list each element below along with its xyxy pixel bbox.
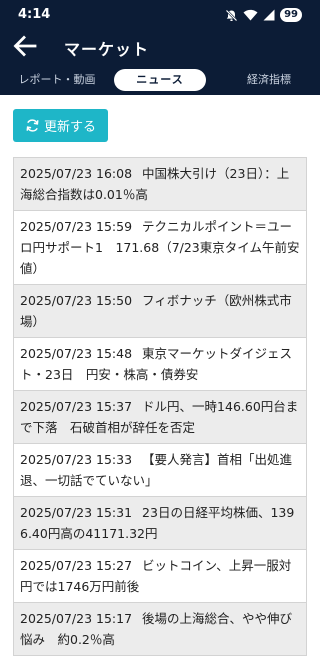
app-header: 4:14 99 マーケット レポート・動画 ニュース 経済指標 [0,0,320,95]
news-date: 2025/07/23 15:31 [20,505,133,520]
news-item[interactable]: 2025/07/23 15:17 後場の上海総合、やや伸び悩み 約0.2％高 [13,603,307,656]
news-date: 2025/07/23 15:33 [20,452,133,467]
status-time: 4:14 [18,7,51,22]
news-list: 2025/07/23 16:08 中国株大引け（23日）：上海総合指数は0.01％… [13,157,307,656]
wifi-icon [243,9,258,21]
tab-reports-videos[interactable]: レポート・動画 [6,69,108,91]
tab-news[interactable]: ニュース [114,69,206,91]
news-item[interactable]: 2025/07/23 15:50 フィボナッチ（欧州株式市場） [13,285,307,338]
news-item[interactable]: 2025/07/23 15:37 ドル円、一時146.60円台まで下落 石破首相が… [13,391,307,444]
signal-icon [263,9,275,21]
news-date: 2025/07/23 15:48 [20,346,133,361]
mute-icon [225,9,238,21]
news-date: 2025/07/23 15:59 [20,219,133,234]
refresh-label: 更新する [43,120,96,135]
status-bar: 4:14 99 [0,0,320,30]
news-date: 2025/07/23 15:50 [20,293,133,308]
news-item[interactable]: 2025/07/23 15:59 テクニカルポイント＝ユーロ円サポート1 171.… [13,211,307,285]
news-item[interactable]: 2025/07/23 15:33 【要人発言】首相「出処進退、一切話でていない」 [13,444,307,497]
page-title: マーケット [64,40,150,59]
refresh-button[interactable]: 更新する [13,109,108,142]
battery-badge: 99 [280,8,302,22]
news-date: 2025/07/23 15:37 [20,399,133,414]
back-arrow-icon[interactable] [12,34,38,58]
tab-economic-indicators[interactable]: 経済指標 [226,69,312,91]
news-date: 2025/07/23 15:17 [20,611,133,626]
status-icons: 99 [225,7,302,23]
news-item[interactable]: 2025/07/23 15:31 23日の日経平均株価、1396.40円高の411… [13,497,307,550]
news-item[interactable]: 2025/07/23 15:48 東京マーケットダイジェスト・23日 円安・株高・… [13,338,307,391]
refresh-icon [26,119,39,132]
news-date: 2025/07/23 15:27 [20,558,133,573]
news-item[interactable]: 2025/07/23 15:27 ビットコイン、上昇一服対円では1746万円前後 [13,550,307,603]
news-item[interactable]: 2025/07/23 16:08 中国株大引け（23日）：上海総合指数は0.01％… [13,158,307,211]
news-date: 2025/07/23 16:08 [20,166,133,181]
